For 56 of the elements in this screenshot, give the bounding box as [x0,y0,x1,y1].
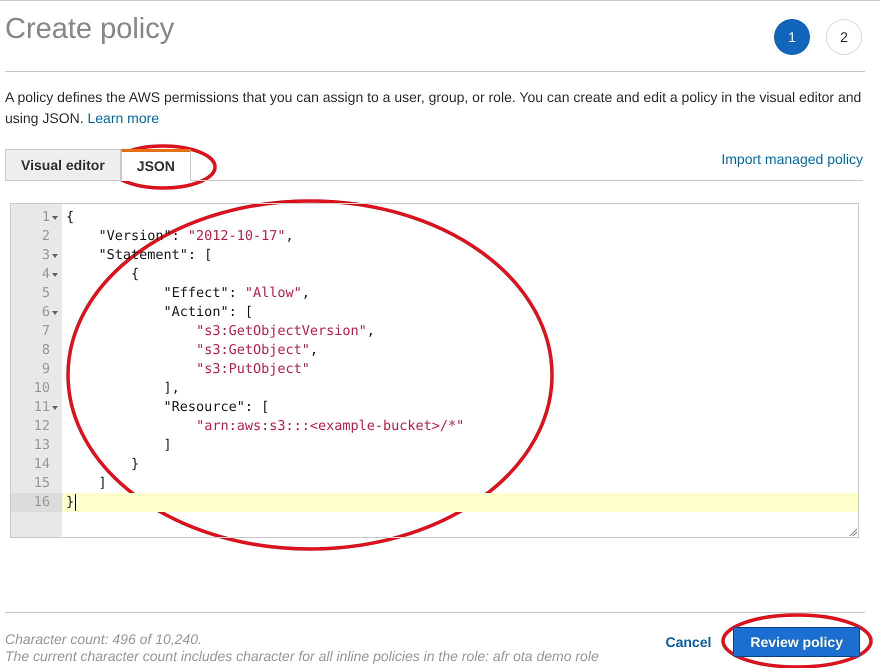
tab[interactable]: Visual editor [5,149,121,180]
code-string: "2012-10-17" [188,227,286,246]
line-number: 14 [34,455,50,474]
line-number: 1 [42,208,50,228]
page-title: Create policy [5,12,174,47]
fold-arrow-icon[interactable] [52,254,58,258]
code-string: "s3:GetObject" [196,341,310,360]
code-string: "s3:PutObject" [196,360,310,380]
line-number: 10 [34,379,50,398]
character-count-note: The current character count includes character for all inline policies in the role: afr ota demo role [5,648,599,665]
learn-more-link[interactable]: Learn more [87,110,160,126]
code-text: "Effect": [164,284,238,304]
code-text: , [310,341,318,360]
cancel-button[interactable]: Cancel [665,632,712,652]
code-text: ] [164,436,172,456]
review-policy-button[interactable]: Review policy [733,627,860,657]
fold-arrow-icon[interactable] [52,272,58,276]
line-number: 5 [42,284,50,304]
line-number: 11 [34,398,50,418]
text-cursor [75,494,76,511]
step-indicator: 1 [774,19,810,55]
code-text: ] [98,474,107,494]
code-text: { [131,265,140,284]
fold-arrow-icon[interactable] [52,216,58,220]
fold-arrow-icon[interactable] [52,310,58,314]
code-string: "s3:GetObjectVersion" [196,322,367,342]
code-text: "Action": [ [164,303,253,322]
description-text: A policy defines the AWS permissions that you can assign to a user, group, or role. You can create and edit a policy in the visual editor and using JSON. Learn more [5,88,862,128]
resize-handle-icon[interactable] [849,528,857,536]
fold-arrow-icon[interactable] [52,406,58,410]
import-policy-link[interactable]: Import managed policy [721,149,863,170]
code-text: , [366,322,375,342]
step-indicator: 2 [826,19,862,55]
code-text: } [131,455,140,474]
code-text: , [285,227,294,246]
code-text: { [66,208,74,228]
tab[interactable]: JSON [120,149,191,181]
line-number: 2 [42,227,50,246]
code-text: } [66,493,74,512]
code-text: ], [164,379,180,398]
code-editor[interactable] [10,203,859,538]
code-text: , [302,284,310,304]
code-string: "arn:aws:s3:::<example-bucket>/*" [196,417,464,436]
code-text: "Resource": [ [164,398,270,418]
line-number: 7 [42,322,50,342]
line-number: 6 [42,303,50,322]
line-number: 8 [42,341,50,360]
line-number: 4 [42,265,50,284]
line-number: 9 [42,360,50,380]
line-number: 15 [34,474,50,494]
character-count: Character count: 496 of 10,240. [5,631,203,648]
line-number: 12 [34,417,50,436]
code-string: "Allow" [244,284,302,304]
line-number: 16 [34,493,50,512]
line-number: 13 [34,436,50,456]
line-number: 3 [42,246,50,266]
